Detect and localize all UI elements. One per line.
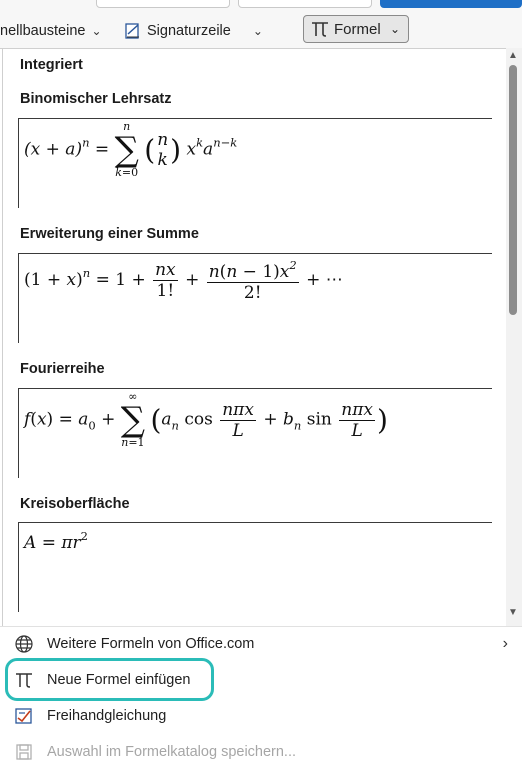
equation-fourier[interactable]: f(x) = a0 + ∞ ∑ n=1 (an cos nπx L + bn sin … (18, 388, 492, 478)
equation-circle-area-content: A = πr2 (24, 529, 88, 553)
section-title-sum-expansion: Erweiterung einer Summe (20, 226, 199, 242)
table-blocks-label: nellbausteine (0, 23, 86, 39)
ink-equation-item[interactable]: Freihandgleichung (12, 701, 512, 731)
highlight-ring (5, 658, 214, 701)
formula-button[interactable]: Formel ⌄ (303, 15, 409, 43)
formula-label: Formel (334, 20, 381, 38)
more-formulas-item[interactable]: Weitere Formeln von Office.com › (12, 629, 512, 659)
section-title-fourier: Fourierreihe (20, 361, 105, 377)
equation-binomial-content: (x + a)n = n ∑ k=0 (n k) xkan−k (24, 120, 238, 179)
pi-icon (310, 19, 330, 39)
gallery-header: Integriert (20, 57, 83, 73)
equation-sum-expansion[interactable]: (1 + x)n = 1 + nx 1! + n(n − 1)x2 2! + ⋯ (18, 253, 492, 343)
ribbon-top-accent-button[interactable] (380, 0, 522, 8)
save-selection-item[interactable]: Auswahl im Formelkatalog speichern... (12, 737, 512, 767)
scrollbar-thumb[interactable] (509, 65, 517, 315)
equation-circle-area[interactable]: A = πr2 (18, 522, 492, 612)
chevron-down-icon[interactable]: ⌄ (253, 24, 263, 38)
equation-sum-expansion-content: (1 + x)n = 1 + nx 1! + n(n − 1)x2 2! + ⋯ (24, 258, 343, 303)
section-title-circle-area: Kreisoberfläche (20, 496, 130, 512)
ribbon: nellbausteine ⌄ Signaturzeile ⌄ Formel ⌄ (0, 0, 522, 49)
signature-line-button[interactable]: Signaturzeile ⌄ (124, 17, 263, 45)
section-title-binomial: Binomischer Lehrsatz (20, 91, 172, 107)
globe-icon (12, 632, 36, 656)
more-formulas-label: Weitere Formeln von Office.com (47, 636, 255, 652)
save-selection-label: Auswahl im Formelkatalog speichern... (47, 744, 297, 760)
ink-equation-label: Freihandgleichung (47, 708, 167, 724)
scroll-up-arrow-icon[interactable]: ▲ (508, 50, 518, 61)
chevron-down-icon: ⌄ (389, 22, 400, 36)
equation-binomial[interactable]: (x + a)n = n ∑ k=0 (n k) xkan−k (18, 118, 492, 208)
menu-divider (0, 626, 522, 627)
save-gallery-icon (12, 740, 36, 764)
ribbon-top-control[interactable] (96, 0, 230, 8)
signature-label: Signaturzeile (147, 23, 231, 39)
chevron-down-icon: ⌄ (91, 24, 102, 38)
table-blocks-button[interactable]: nellbausteine ⌄ (0, 17, 102, 45)
ink-equation-icon (12, 704, 36, 728)
equation-fourier-content: f(x) = a0 + ∞ ∑ n=1 (an cos nπx L + bn sin … (24, 390, 388, 449)
scroll-down-arrow-icon[interactable]: ▼ (508, 607, 518, 618)
signature-icon (124, 22, 142, 40)
chevron-right-icon: › (502, 635, 508, 652)
ribbon-top-search[interactable] (238, 0, 372, 8)
panel-divider (2, 48, 3, 626)
